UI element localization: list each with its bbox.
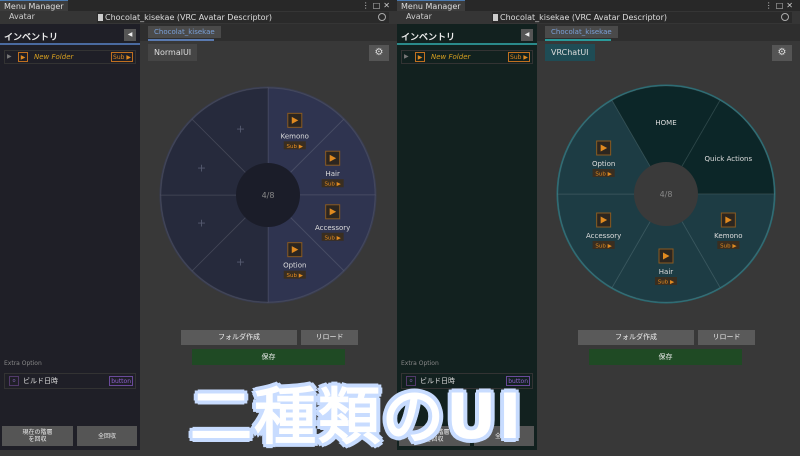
menu-item-label: Kemono (714, 232, 742, 240)
sub-badge[interactable]: Sub ▶ (111, 52, 133, 62)
title-bar: Menu Manager ⋮□✕ (397, 0, 800, 11)
reload-button[interactable]: リロード (698, 330, 755, 345)
menu-item-label: Hair (325, 170, 339, 178)
create-folder-button[interactable]: フォルダ作成 (578, 330, 694, 345)
sub-badge[interactable]: Sub ▶ (658, 280, 675, 286)
avatar-label: Avatar (9, 12, 35, 21)
add-icon[interactable]: + (236, 256, 245, 269)
menu-item-label: Kemono (281, 132, 309, 140)
avatar-label: Avatar (406, 12, 432, 21)
window-controls[interactable]: ⋮□✕ (362, 0, 393, 11)
sub-badge[interactable]: Sub ▶ (324, 182, 341, 188)
sidebar-header: インベントリ ◀ (0, 24, 140, 45)
expand-arrow-icon[interactable]: ▶ (404, 51, 409, 63)
collapse-button[interactable]: ◀ (521, 29, 533, 41)
build-date-label: ビルド日時 (23, 377, 58, 385)
avatar-value: Chocolat_kisekae (VRC Avatar Descriptor) (105, 13, 272, 22)
sidebar-title: インベントリ (4, 33, 59, 43)
title-bar: Menu Manager ⋮□✕ (0, 0, 397, 11)
page-indicator: 4/8 (660, 190, 673, 199)
document-icon (98, 14, 103, 21)
sub-badge[interactable]: Sub ▶ (287, 273, 304, 279)
sub-badge[interactable]: Sub ▶ (720, 244, 737, 250)
folder-item[interactable]: ▶ ▶ New Folder Sub ▶ (4, 50, 136, 64)
window-tab[interactable]: Menu Manager (397, 0, 465, 11)
radial-menu-wheel: Kemono Sub ▶ Hair Sub ▶ Accessory Sub ▶ Option… (159, 86, 377, 304)
object-picker-icon[interactable] (781, 13, 789, 21)
play-icon: ▶ (18, 52, 28, 62)
overlay-title: 二種類のUI (190, 380, 524, 453)
main-panel: Chocolat_kisekae VRChatUI ⚙ HOME Quick Ac… (537, 24, 800, 450)
window-tab[interactable]: Menu Manager (0, 0, 68, 11)
collect-current-level-button[interactable]: 現在の階層 を回収 (2, 426, 73, 446)
button-badge[interactable]: button (109, 376, 133, 386)
add-icon[interactable]: + (236, 122, 245, 135)
sidebar-title: インベントリ (401, 33, 456, 43)
menu-item-label: Accessory (315, 224, 350, 232)
play-icon: ▶ (415, 52, 425, 62)
menu-item-label: Option (592, 160, 615, 168)
sub-badge[interactable]: Sub ▶ (287, 144, 304, 150)
folder-item[interactable]: ▶ ▶ New Folder Sub ▶ (401, 50, 533, 64)
add-icon[interactable]: + (197, 217, 206, 230)
collect-all-button[interactable]: 全回収 (77, 426, 137, 446)
menu-item-label: Hair (659, 268, 673, 276)
avatar-field[interactable]: Chocolat_kisekae (VRC Avatar Descriptor) (97, 12, 389, 23)
avatar-row: Avatar Chocolat_kisekae (VRC Avatar Desc… (0, 11, 397, 24)
folder-name: New Folder (431, 53, 471, 61)
window-controls[interactable]: ⋮□✕ (765, 0, 796, 11)
sub-badge[interactable]: Sub ▶ (324, 235, 341, 241)
avatar-row: Avatar Chocolat_kisekae (VRC Avatar Desc… (397, 11, 800, 24)
sidebar-header: インベントリ ◀ (397, 24, 537, 45)
radial-menu-wheel: HOME Quick Actions Kemono Sub ▶ Hair Sub ▶ Acc… (556, 84, 776, 304)
folder-name: New Folder (34, 53, 74, 61)
sub-badge[interactable]: Sub ▶ (508, 52, 530, 62)
build-date-item[interactable]: o ビルド日時 button (4, 373, 136, 389)
create-folder-button[interactable]: フォルダ作成 (181, 330, 297, 345)
menu-item-label: Accessory (586, 232, 621, 240)
save-button[interactable]: 保存 (589, 349, 742, 365)
option-icon: o (9, 376, 19, 386)
home-label: HOME (655, 119, 676, 127)
page-indicator: 4/8 (262, 191, 275, 200)
object-picker-icon[interactable] (378, 13, 386, 21)
extra-option-label: Extra Option (4, 360, 42, 367)
avatar-value: Chocolat_kisekae (VRC Avatar Descriptor) (500, 13, 667, 22)
add-icon[interactable]: + (197, 161, 206, 174)
expand-arrow-icon[interactable]: ▶ (7, 51, 12, 63)
avatar-field[interactable]: Chocolat_kisekae (VRC Avatar Descriptor) (492, 12, 792, 23)
collapse-button[interactable]: ◀ (124, 29, 136, 41)
sub-badge[interactable]: Sub ▶ (595, 172, 612, 178)
reload-button[interactable]: リロード (301, 330, 358, 345)
document-icon (493, 14, 498, 21)
inventory-sidebar: インベントリ ◀ ▶ ▶ New Folder Sub ▶ Extra Opti… (0, 24, 140, 450)
sub-badge[interactable]: Sub ▶ (595, 244, 612, 250)
menu-item-label: Option (283, 262, 306, 270)
quick-actions-label: Quick Actions (705, 155, 753, 163)
save-button[interactable]: 保存 (192, 349, 345, 365)
